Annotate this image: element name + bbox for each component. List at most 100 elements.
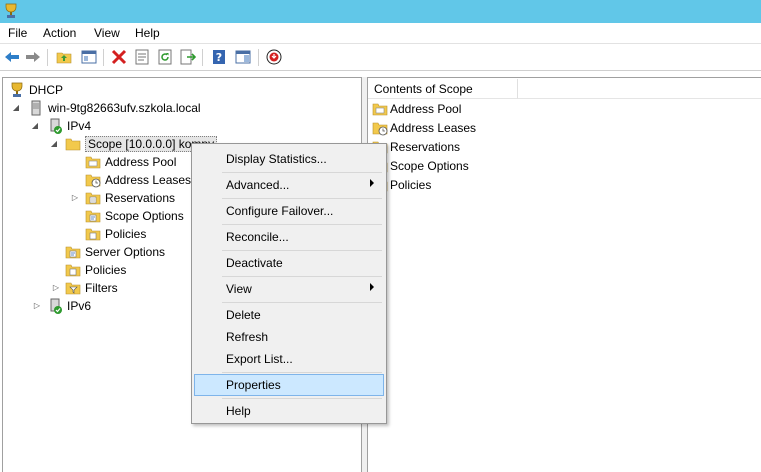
menu-item-label: Deactivate (226, 256, 283, 270)
toolbar: ? (0, 44, 761, 71)
menu-file[interactable]: File (6, 26, 29, 40)
folder-icon (65, 138, 81, 151)
menu-item-label: Configure Failover... (226, 204, 334, 218)
expand-arrow-icon[interactable]: ▷ (70, 193, 80, 202)
menu-action[interactable]: Action (41, 26, 78, 40)
up-folder-icon[interactable] (55, 48, 73, 66)
tree-item-address-leases[interactable]: Address Leases (85, 171, 191, 189)
tree-item-server[interactable]: win-9tg82663ufv.szkola.local (28, 99, 201, 117)
address-pool-icon (85, 156, 101, 169)
toolbar-separator (47, 49, 48, 66)
menu-item-label: Reconcile... (226, 230, 289, 244)
filters-icon (65, 282, 81, 295)
tree-label: Filters (85, 281, 118, 295)
tree-label: win-9tg82663ufv.szkola.local (48, 101, 201, 115)
menu-help[interactable]: Help (133, 26, 162, 40)
menu-view[interactable]: View (92, 26, 122, 40)
address-pool-icon (372, 103, 388, 116)
menu-item-label: Advanced... (226, 178, 290, 192)
tree-item-scope-policies[interactable]: Policies (85, 225, 146, 243)
server-icon (31, 100, 41, 116)
export-list-icon[interactable] (179, 48, 197, 66)
tree-item-ipv6[interactable]: IPv6 (47, 297, 91, 315)
tree-label: IPv4 (67, 119, 92, 133)
dhcp-icon (11, 82, 23, 97)
context-menu: Display Statistics... Advanced... Config… (191, 143, 387, 424)
expand-arrow-icon[interactable]: ▷ (32, 301, 42, 310)
tree-item-server-options[interactable]: Server Options (65, 243, 165, 261)
menu-separator (222, 250, 382, 251)
toolbar-separator (202, 49, 203, 66)
menu-item-export-list[interactable]: Export List... (194, 348, 384, 370)
scope-options-icon (85, 210, 101, 223)
delete-icon[interactable] (110, 48, 128, 66)
tree-item-reservations[interactable]: Reservations (85, 189, 175, 207)
menu-item-properties[interactable]: Properties (194, 374, 384, 396)
tree-label: DHCP (29, 83, 64, 97)
list-item[interactable]: Address Pool (372, 100, 461, 118)
svg-text:?: ? (216, 51, 222, 64)
menu-item-deactivate[interactable]: Deactivate (194, 252, 384, 274)
address-leases-icon (372, 122, 388, 136)
help-icon[interactable]: ? (210, 48, 228, 66)
menu-item-label: View (226, 282, 252, 296)
server-options-icon (65, 246, 81, 259)
column-header-filler (518, 79, 761, 99)
tree-label: Policies (105, 227, 147, 241)
submenu-arrow-icon (370, 283, 374, 291)
properties-icon[interactable] (133, 48, 151, 66)
tree-item-filters[interactable]: Filters (65, 279, 118, 297)
tree-item-scope-options[interactable]: Scope Options (85, 207, 184, 225)
tree-label: IPv6 (67, 299, 92, 313)
show-hide-console-tree-icon[interactable] (80, 48, 98, 66)
reservations-icon (85, 192, 101, 205)
address-leases-icon (85, 174, 101, 188)
toolbar-separator (258, 49, 259, 66)
menu-item-advanced[interactable]: Advanced... (194, 174, 384, 196)
menu-item-view[interactable]: View (194, 278, 384, 300)
ipv4-icon (50, 118, 62, 134)
tree-label: Address Leases (105, 173, 192, 187)
back-icon[interactable] (3, 48, 21, 66)
tree-item-ipv4-policies[interactable]: Policies (65, 261, 126, 279)
dhcp-app-icon[interactable] (3, 3, 19, 19)
menu-item-configure-failover[interactable]: Configure Failover... (194, 200, 384, 222)
list-item-label: Scope Options (390, 159, 469, 173)
title-bar (0, 0, 761, 23)
forward-icon[interactable] (24, 48, 42, 66)
menu-separator (222, 172, 382, 173)
menu-item-label: Help (226, 404, 251, 418)
list-item-label: Address Leases (390, 121, 477, 135)
menu-item-reconcile[interactable]: Reconcile... (194, 226, 384, 248)
tree-label: Server Options (85, 245, 166, 259)
menu-item-refresh[interactable]: Refresh (194, 326, 384, 348)
tree-label: Policies (85, 263, 127, 277)
menu-item-label: Display Statistics... (226, 152, 327, 166)
list-item-label: Address Pool (390, 102, 462, 116)
list-item[interactable]: Address Leases (372, 119, 476, 137)
expand-arrow-icon[interactable]: ▷ (51, 283, 61, 292)
action-pane-icon[interactable] (234, 48, 252, 66)
tree-item-address-pool[interactable]: Address Pool (85, 153, 176, 171)
tree-item-ipv4[interactable]: IPv4 (47, 117, 91, 135)
tree-label: Scope Options (105, 209, 184, 223)
collapse-arrow-icon[interactable]: ◢ (11, 103, 21, 112)
refresh-icon[interactable] (156, 48, 174, 66)
menu-item-label: Properties (226, 378, 281, 392)
stop-service-icon[interactable] (265, 48, 283, 66)
results-pane[interactable]: Contents of Scope Address Pool Address L… (367, 77, 761, 472)
collapse-arrow-icon[interactable]: ◢ (30, 121, 40, 130)
toolbar-separator (103, 49, 104, 66)
list-item-label: Reservations (390, 140, 461, 154)
tree-label: Reservations (105, 191, 176, 205)
menu-item-label: Refresh (226, 330, 269, 344)
menu-item-help[interactable]: Help (194, 400, 384, 422)
menu-bar: File Action View Help (0, 23, 761, 44)
ipv6-icon (50, 298, 62, 314)
collapse-arrow-icon[interactable]: ◢ (49, 139, 59, 148)
column-header[interactable]: Contents of Scope (368, 79, 518, 99)
menu-item-delete[interactable]: Delete (194, 304, 384, 326)
menu-item-label: Export List... (226, 352, 293, 366)
tree-item-dhcp[interactable]: DHCP (9, 81, 63, 99)
menu-item-display-statistics[interactable]: Display Statistics... (194, 148, 384, 170)
